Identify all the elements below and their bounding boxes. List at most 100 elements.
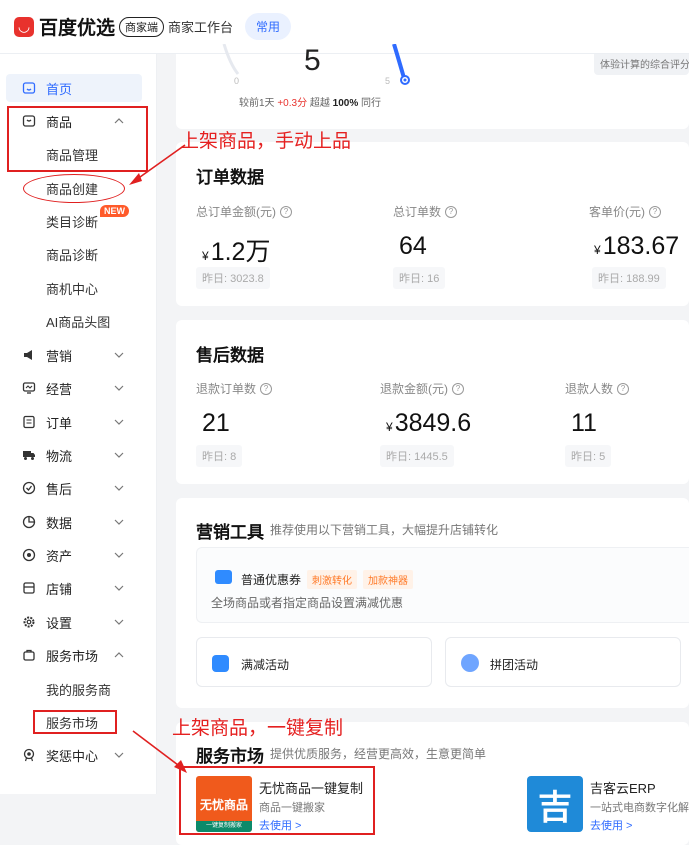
sidebar-item-data[interactable]: 数据 <box>0 508 157 536</box>
sidebar-item-opportunity[interactable]: 商机中心 <box>0 274 157 302</box>
metric-value: 11 <box>569 409 597 438</box>
sidebar-item-home[interactable]: 首页 <box>6 74 142 102</box>
full-reduction-tool[interactable]: 满减活动 <box>196 637 432 687</box>
coupon-desc: 全场商品或者指定商品设置满减优惠 <box>211 596 404 610</box>
beat-suffix: 同行 <box>361 98 382 109</box>
after-sales-title: 售后数据 <box>196 346 264 365</box>
help-icon[interactable]: ? <box>260 382 273 395</box>
sidebar-item-after-sale[interactable]: 售后 <box>0 474 157 502</box>
coupon-name: 普通优惠券 <box>241 573 302 587</box>
score-value: 5 <box>304 44 321 77</box>
metric-label-text: 退款订单数 <box>196 382 257 396</box>
sidebar-item-label: 售后 <box>46 481 73 497</box>
sidebar-item-store[interactable]: 店铺 <box>0 574 157 602</box>
full-reduction-icon <box>212 655 229 672</box>
store-icon <box>22 581 36 595</box>
help-icon[interactable]: ? <box>445 205 458 218</box>
sidebar-item-label: 经营 <box>46 381 73 397</box>
marketing-subtitle: 推荐使用以下营销工具，大幅提升店铺转化 <box>270 523 499 537</box>
coupon-icon <box>215 570 232 584</box>
compare-prefix: 较前1天 <box>239 98 275 109</box>
sidebar-item-settings[interactable]: 设置 <box>0 608 157 636</box>
new-badge: NEW <box>100 205 129 217</box>
metric-label-text: 总订单金额(元) <box>196 205 276 219</box>
megaphone-icon <box>22 348 36 362</box>
sidebar-item-label: 资产 <box>46 548 73 564</box>
marketing-card: 营销工具 推荐使用以下营销工具，大幅提升店铺转化 普通优惠券 刺激转化 加款神器… <box>176 498 689 708</box>
sidebar-item-category-diagnosis[interactable]: 类目诊断 NEW <box>0 205 157 235</box>
chevron-down-icon <box>113 416 125 428</box>
pie-chart-icon <box>22 515 36 529</box>
value: 3849.6 <box>394 409 472 437</box>
sidebar-item-label: 物流 <box>46 448 73 464</box>
currency: ¥ <box>594 243 601 257</box>
use-link[interactable]: 去使用 > <box>590 817 632 833</box>
app-desc: 一站式电商数字化解 <box>590 802 689 814</box>
sidebar-item-order[interactable]: 订单 <box>0 408 157 436</box>
help-icon[interactable]: ? <box>617 382 630 395</box>
metric-label: 客单价(元)? <box>589 203 661 220</box>
wuyou-app-highlight-box <box>179 766 375 835</box>
sidebar-item-label: 类目诊断 <box>46 214 99 230</box>
score-note: 体验计算的综合评分 <box>594 54 689 75</box>
group-buy-icon <box>461 654 479 672</box>
chevron-down-icon <box>113 749 125 761</box>
yesterday-value: 昨日: 8 <box>196 445 243 467</box>
sidebar-item-label: 营销 <box>46 348 73 364</box>
help-icon[interactable]: ? <box>452 382 464 395</box>
sidebar-item-asset[interactable]: 资产 <box>0 541 157 569</box>
metric-label: 总订单数? <box>393 203 458 220</box>
sidebar-item-service-market[interactable]: 服务市场 <box>0 641 157 669</box>
reward-icon <box>22 748 36 762</box>
sidebar-item-logistics[interactable]: 物流 <box>0 441 157 469</box>
group-buy-tool[interactable]: 拼团活动 <box>445 637 681 687</box>
metric-value: ¥3849.6 <box>386 409 471 438</box>
logo-glyph: 吉 <box>538 788 572 827</box>
logo-text: 百度优选 <box>39 18 116 39</box>
sidebar-item-label: 首页 <box>46 81 73 97</box>
yesterday-value: 昨日: 5 <box>565 445 612 467</box>
sidebar-item-label: 数据 <box>46 515 73 531</box>
coupon-tag: 加款神器 <box>363 570 414 589</box>
service-market-title: 服务市场 <box>196 747 264 766</box>
sidebar-item-marketing[interactable]: 营销 <box>0 341 157 369</box>
home-icon <box>22 81 36 95</box>
gauge-min: 0 <box>234 76 240 86</box>
metric-label: 退款人数? <box>565 380 630 397</box>
sidebar-item-ai-image[interactable]: AI商品头图 <box>0 307 157 335</box>
after-sales-card: 售后数据 退款订单数? 21 昨日: 8 退款金额(元)? ¥3849.6 昨日… <box>176 320 689 484</box>
chevron-down-icon <box>113 616 125 628</box>
help-icon[interactable]: ? <box>649 205 661 218</box>
logo-tag: 商家端 <box>119 16 165 37</box>
beat-value: 100% <box>332 98 359 109</box>
beat-label: 超越 <box>309 98 330 109</box>
orders-title: 订单数据 <box>196 168 264 187</box>
chevron-down-icon <box>113 449 125 461</box>
score-delta: +0.3分 <box>277 98 308 109</box>
chevron-down-icon <box>113 349 125 361</box>
annotation-arrow <box>129 144 186 185</box>
sidebar-item-my-provider[interactable]: 我的服务商 <box>0 675 157 703</box>
sidebar-item-goods-diagnosis[interactable]: 商品诊断 <box>0 240 157 268</box>
metric-value: ¥183.67 <box>594 232 679 261</box>
chevron-down-icon <box>113 516 125 528</box>
sidebar-item-label: 订单 <box>46 415 73 431</box>
chevron-down-icon <box>113 482 125 494</box>
sidebar-item-operation[interactable]: 经营 <box>0 374 157 402</box>
workbench-title: 商家工作台 <box>168 20 234 35</box>
sidebar-item-label: 店铺 <box>46 581 73 597</box>
currency: ¥ <box>202 249 209 263</box>
jikeyun-app-logo: 吉 <box>527 776 583 832</box>
chevron-up-icon <box>113 649 125 661</box>
value: 64 <box>399 232 427 260</box>
annotation-manual-listing: 上架商品，手动上品 <box>180 131 352 152</box>
metric-label-text: 总订单数 <box>393 205 442 219</box>
coupon-tool[interactable]: 普通优惠券 刺激转化 加款神器 全场商品或者指定商品设置满减优惠 <box>196 547 689 623</box>
help-icon[interactable]: ? <box>280 205 292 218</box>
tool-label: 满减活动 <box>241 658 290 672</box>
marketing-title: 营销工具 <box>196 523 264 542</box>
score-card: 5 0 5 较前1天 +0.3分 超越 100% 同行 体验计算的综合评分 <box>176 44 689 129</box>
common-tag-button[interactable]: 常用 <box>245 13 292 40</box>
coupon-header: 普通优惠券 刺激转化 加款神器 <box>241 570 414 589</box>
value: 1.2万 <box>210 238 271 266</box>
